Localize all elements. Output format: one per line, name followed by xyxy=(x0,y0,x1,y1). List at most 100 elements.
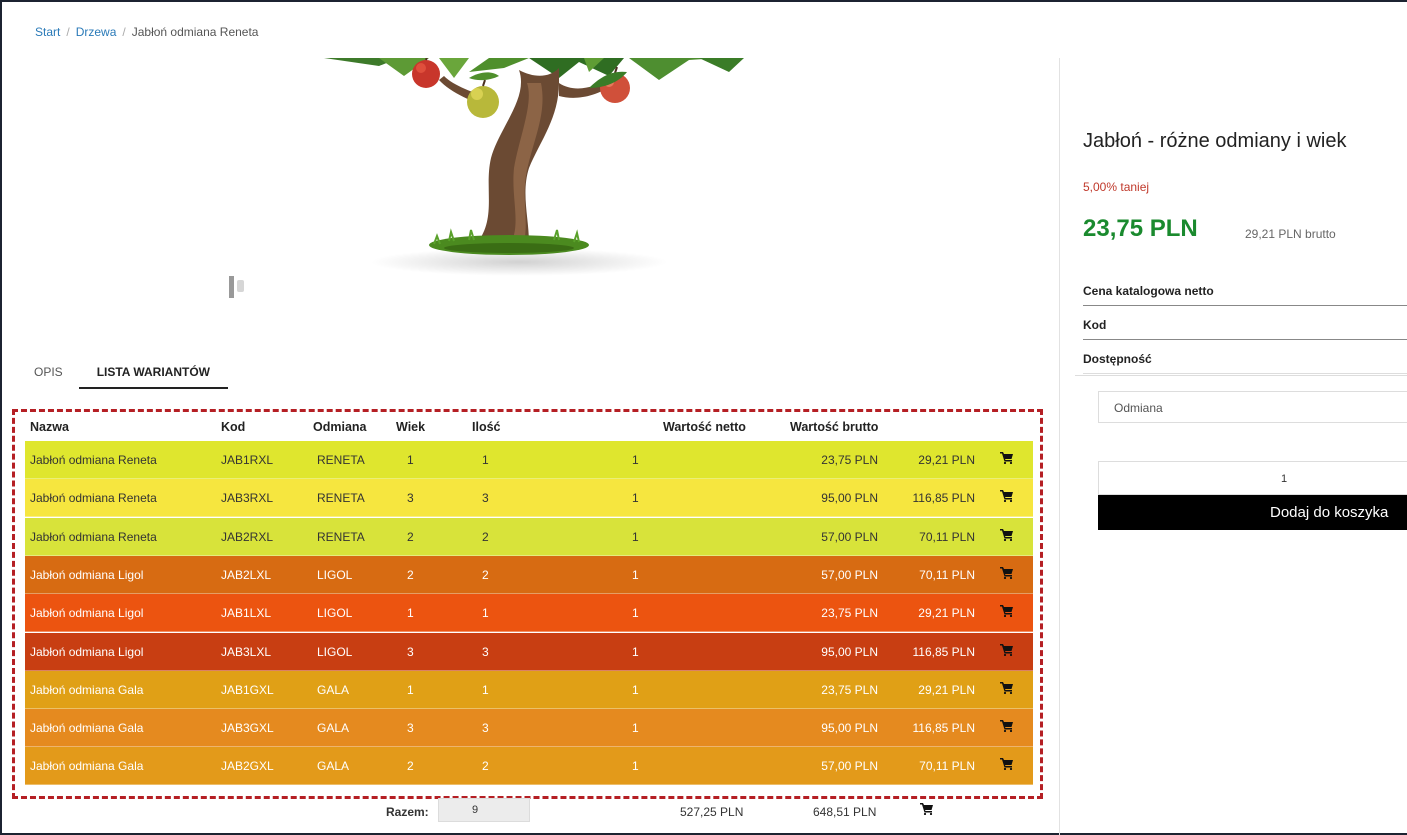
cell-quantity[interactable]: 1 xyxy=(632,721,639,735)
cell-wartosc-brutto: 116,85 PLN xyxy=(912,644,976,659)
cell-wartosc-brutto: 116,85 PLN xyxy=(912,721,976,736)
cell-nazwa: Jabłoń odmiana Gala xyxy=(30,721,144,736)
cell-ilosc: 1 xyxy=(482,453,489,467)
cell-wartosc-netto: 23,75 PLN xyxy=(821,453,878,467)
cell-quantity[interactable]: 1 xyxy=(632,645,639,659)
cell-wartosc-brutto: 29,21 PLN xyxy=(918,606,975,621)
table-row[interactable]: Jabłoń odmiana Gala JAB2GXL GALA 2 2 1 57,00 P… xyxy=(25,747,1033,786)
breadcrumb-separator: / xyxy=(66,25,70,39)
breadcrumb: Start / Drzewa / Jabłoń odmiana Reneta xyxy=(35,25,258,39)
cell-kod: JAB2RXL xyxy=(221,529,274,544)
price-net: 23,75 PLN xyxy=(1083,215,1198,242)
cell-quantity[interactable]: 1 xyxy=(632,683,639,697)
table-row[interactable]: Jabłoń odmiana Ligol JAB3LXL LIGOL 3 3 1 95,00… xyxy=(25,632,1033,671)
razem-quantity-value: 9 xyxy=(472,804,479,816)
cell-wartosc-netto: 95,00 PLN xyxy=(821,491,878,506)
breadcrumb-drzewa-link[interactable]: Drzewa xyxy=(76,25,117,39)
table-row[interactable]: Jabłoń odmiana Gala JAB3GXL GALA 3 3 1 95,00 P… xyxy=(25,709,1033,748)
table-header: Nazwa Kod Odmiana Wiek Ilość Wartość net… xyxy=(26,415,1033,441)
cell-kod: JAB3LXL xyxy=(221,644,272,659)
cell-kod: JAB2LXL xyxy=(221,567,272,582)
cell-ilosc: 3 xyxy=(482,721,489,736)
razem-quantity-field[interactable]: 9 xyxy=(438,798,530,822)
cart-icon[interactable] xyxy=(1000,528,1013,542)
tab-lista-wariantow[interactable]: LISTA WARIANTÓW xyxy=(78,355,229,389)
cart-icon[interactable] xyxy=(1000,720,1013,733)
cart-icon[interactable] xyxy=(1000,605,1013,618)
cell-ilosc: 3 xyxy=(482,644,489,659)
table-row[interactable]: Jabłoń odmiana Reneta JAB1RXL RENETA 1 1 1 23,… xyxy=(25,441,1033,479)
table-row[interactable]: Jabłoń odmiana Gala JAB1GXL GALA 1 1 1 23,75 P… xyxy=(25,670,1033,709)
cell-wartosc-netto: 57,00 PLN xyxy=(821,529,878,544)
image-gallery-thumb[interactable] xyxy=(237,280,244,292)
spec-dostepnosc: Dostępność xyxy=(1083,340,1407,374)
apple-tree-illustration xyxy=(324,58,744,255)
cell-nazwa: Jabłoń odmiana Gala xyxy=(30,682,144,697)
quantity-input[interactable]: 1 xyxy=(1098,461,1407,495)
variants-table: Nazwa Kod Odmiana Wiek Ilość Wartość net… xyxy=(12,409,1043,799)
cart-icon[interactable] xyxy=(1000,681,1013,695)
cell-kod: JAB3RXL xyxy=(221,491,274,506)
quantity-value: 1 xyxy=(1281,473,1288,485)
cell-odmiana: RENETA xyxy=(317,529,365,544)
table-row[interactable]: Jabłoń odmiana Ligol JAB1LXL LIGOL 1 1 1 23,75… xyxy=(25,594,1033,633)
spec-kod-label: Kod xyxy=(1083,318,1107,332)
cell-wiek: 1 xyxy=(407,606,414,621)
cell-wartosc-netto: 23,75 PLN xyxy=(821,682,878,697)
product-image[interactable] xyxy=(229,58,824,300)
cell-odmiana: LIGOL xyxy=(317,606,353,621)
breadcrumb-start-link[interactable]: Start xyxy=(35,25,60,39)
cell-quantity[interactable]: 1 xyxy=(632,759,639,773)
cell-wiek: 3 xyxy=(407,491,414,506)
cell-quantity[interactable]: 1 xyxy=(632,568,639,582)
cell-wartosc-brutto: 29,21 PLN xyxy=(918,453,975,467)
add-to-cart-button[interactable]: Dodaj do koszyka xyxy=(1098,495,1407,530)
cell-nazwa: Jabłoń odmiana Reneta xyxy=(30,453,157,467)
cart-icon[interactable] xyxy=(1000,758,1013,771)
odmiana-select[interactable]: Odmiana xyxy=(1098,391,1407,423)
cell-ilosc: 2 xyxy=(482,529,489,544)
cell-odmiana: GALA xyxy=(317,721,350,736)
cell-kod: JAB1LXL xyxy=(221,606,272,621)
tab-opis[interactable]: OPIS xyxy=(22,355,75,389)
cell-wartosc-brutto: 116,85 PLN xyxy=(912,491,976,506)
header-ilosc: Ilość xyxy=(472,420,501,434)
spec-kod: Kod xyxy=(1083,306,1407,340)
table-row[interactable]: Jabłoń odmiana Reneta JAB2RXL RENETA 2 2 1 57,… xyxy=(25,517,1033,556)
header-wartosc-brutto: Wartość brutto xyxy=(790,420,879,434)
spec-cena-label: Cena katalogowa netto xyxy=(1083,284,1214,298)
cell-wiek: 2 xyxy=(407,567,414,582)
cell-nazwa: Jabłoń odmiana Ligol xyxy=(30,644,144,659)
cell-wartosc-brutto: 29,21 PLN xyxy=(918,682,975,697)
razem-netto-value: 527,25 PLN xyxy=(680,805,744,819)
cell-odmiana: RENETA xyxy=(317,453,365,467)
cell-odmiana: RENETA xyxy=(317,491,365,506)
cell-wartosc-netto: 95,00 PLN xyxy=(821,721,878,736)
cell-wiek: 1 xyxy=(407,453,414,467)
cell-wartosc-brutto: 70,11 PLN xyxy=(919,759,975,774)
cart-icon[interactable] xyxy=(1000,643,1013,657)
cart-icon[interactable] xyxy=(1000,566,1013,580)
cell-quantity[interactable]: 1 xyxy=(632,453,639,467)
cell-kod: JAB1GXL xyxy=(221,682,274,697)
breadcrumb-current: Jabłoń odmiana Reneta xyxy=(131,25,259,39)
cart-icon[interactable] xyxy=(1000,452,1013,465)
cell-quantity[interactable]: 1 xyxy=(632,606,639,620)
cell-nazwa: Jabłoń odmiana Gala xyxy=(30,759,144,774)
cell-nazwa: Jabłoń odmiana Reneta xyxy=(30,529,157,544)
cell-kod: JAB3GXL xyxy=(221,721,274,736)
cell-odmiana: GALA xyxy=(317,759,350,774)
image-gallery-indicator xyxy=(229,276,234,298)
cell-nazwa: Jabłoń odmiana Ligol xyxy=(30,606,144,621)
cell-quantity[interactable]: 1 xyxy=(632,530,639,544)
price-brutto: 29,21 PLN brutto xyxy=(1245,227,1336,241)
cell-quantity[interactable]: 1 xyxy=(632,491,639,505)
cell-odmiana: GALA xyxy=(317,682,350,697)
cell-odmiana: LIGOL xyxy=(317,644,353,659)
cart-icon[interactable] xyxy=(920,803,933,815)
cell-wartosc-netto: 57,00 PLN xyxy=(821,567,878,582)
table-row[interactable]: Jabłoń odmiana Reneta JAB3RXL RENETA 3 3 1 95,… xyxy=(25,479,1033,518)
cart-icon[interactable] xyxy=(1000,490,1013,503)
table-row[interactable]: Jabłoń odmiana Ligol JAB2LXL LIGOL 2 2 1 57,00… xyxy=(25,555,1033,594)
breadcrumb-separator: / xyxy=(122,25,126,39)
